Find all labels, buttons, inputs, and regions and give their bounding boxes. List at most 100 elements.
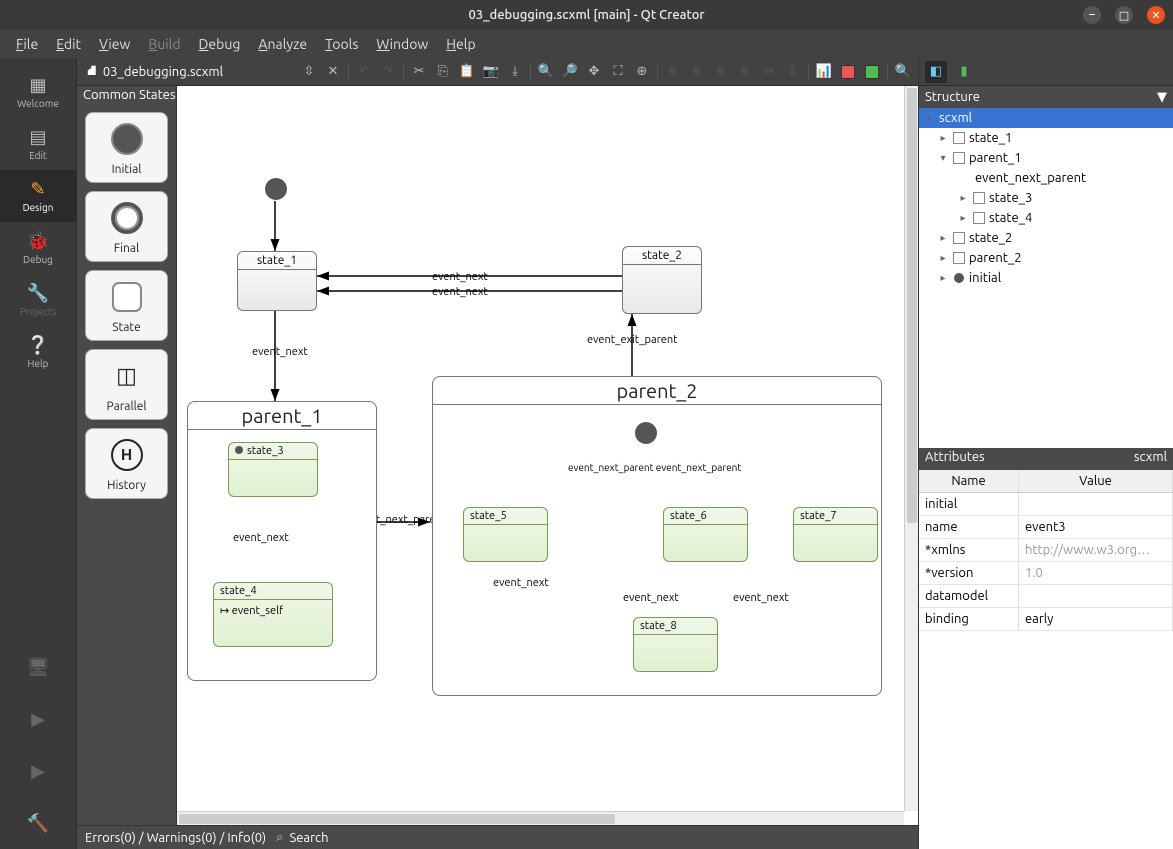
undo-button[interactable]: ↶ — [353, 61, 375, 83]
menu-help[interactable]: Help — [438, 34, 483, 54]
menu-view[interactable]: View — [91, 34, 138, 54]
title-bar: 03_debugging.scxml [main] - Qt Creator –… — [0, 0, 1173, 30]
color-1-button[interactable] — [837, 61, 859, 83]
mode-welcome[interactable]: ▦Welcome — [0, 66, 76, 118]
zoom-in-button[interactable]: 🔍 — [535, 61, 557, 83]
help-icon: ❔ — [27, 335, 49, 356]
state-8-node[interactable]: state_8 — [633, 617, 718, 672]
search-button[interactable]: 🔍 — [892, 61, 914, 83]
attr-row-name[interactable]: nameevent3 — [919, 516, 1173, 539]
paste-button[interactable]: 📋 — [456, 61, 478, 83]
palette-parallel[interactable]: ◫Parallel — [85, 349, 168, 420]
copy-button[interactable]: ⎘ — [432, 61, 454, 83]
tree-parent-2[interactable]: ▸parent_2 — [919, 248, 1173, 268]
structure-tree[interactable]: ▾scxml ▸state_1 ▾parent_1 event_next_par… — [919, 108, 1173, 448]
align-bottom-button[interactable]: ≡ — [734, 61, 756, 83]
parallel-icon: ◫ — [109, 358, 145, 394]
label-event-next-1: event_next — [432, 271, 488, 283]
attr-row-binding[interactable]: bindingearly — [919, 608, 1173, 631]
tree-state-2[interactable]: ▸state_2 — [919, 228, 1173, 248]
target-selector[interactable]: 🖥 — [0, 641, 76, 693]
file-name: 03_debugging.scxml — [103, 65, 223, 79]
tree-initial[interactable]: ▸initial — [919, 268, 1173, 288]
structure-header: Structure ▼ — [919, 86, 1173, 108]
stats-button[interactable]: 📊 — [813, 61, 835, 83]
screenshot-button[interactable]: 📷 — [480, 61, 502, 83]
state-2-node[interactable]: state_2 — [622, 246, 702, 314]
pan-button[interactable]: ✥ — [583, 61, 605, 83]
fit-button[interactable]: ⛶ — [607, 61, 629, 83]
parent-2-initial[interactable] — [635, 422, 657, 444]
align-h-button[interactable]: ⇔ — [758, 61, 780, 83]
vertical-scrollbar[interactable] — [904, 86, 918, 811]
redo-button[interactable]: ↷ — [377, 61, 399, 83]
menu-file[interactable]: File — [8, 34, 46, 54]
zoom-out-button[interactable]: 🔎 — [559, 61, 581, 83]
mode-edit[interactable]: ▤Edit — [0, 118, 76, 170]
search-icon[interactable]: ⌕ — [276, 830, 283, 845]
run-button[interactable]: ▶ — [0, 693, 76, 745]
export-button[interactable]: ⤓ — [504, 61, 526, 83]
state-4-node[interactable]: state_4 ↦ event_self — [213, 582, 333, 647]
search-label[interactable]: Search — [289, 831, 328, 845]
menu-window[interactable]: Window — [368, 34, 436, 54]
state-5-node[interactable]: state_5 — [463, 507, 548, 562]
state-1-node[interactable]: state_1 — [237, 251, 317, 311]
menu-tools[interactable]: Tools — [317, 34, 366, 54]
attr-row-version[interactable]: *version1.0 — [919, 562, 1173, 585]
close-button[interactable]: ✕ — [1147, 6, 1165, 24]
chart-view-icon[interactable]: ▮ — [953, 61, 975, 83]
color-2-button[interactable] — [861, 61, 883, 83]
cut-button[interactable]: ✂ — [408, 61, 430, 83]
dropdown-icon[interactable]: ⇳ — [298, 61, 320, 83]
state-7-node[interactable]: state_7 — [793, 507, 878, 562]
attributes-header: Attributes scxml — [919, 448, 1173, 470]
palette-initial[interactable]: Initial — [85, 112, 168, 183]
align-top-button[interactable]: ≡ — [710, 61, 732, 83]
editor-toolbar: ⛘ 03_debugging.scxml ⇳ ✕ ↶ ↷ ✂ ⎘ 📋 📷 ⤓ 🔍… — [77, 58, 918, 86]
structure-view-icon[interactable]: ◧ — [925, 61, 947, 83]
file-selector[interactable]: ⛘ 03_debugging.scxml — [81, 62, 229, 81]
tree-state-1[interactable]: ▸state_1 — [919, 128, 1173, 148]
mode-design[interactable]: ✎Design — [0, 170, 76, 222]
mode-help[interactable]: ❔Help — [0, 326, 76, 378]
menu-edit[interactable]: Edit — [48, 34, 89, 54]
state-6-node[interactable]: state_6 — [663, 507, 748, 562]
mode-debug[interactable]: 🐞Debug — [0, 222, 76, 274]
tree-state-3[interactable]: ▸state_3 — [919, 188, 1173, 208]
palette-history[interactable]: HHistory — [85, 428, 168, 499]
state-3-node[interactable]: state_3 — [228, 442, 318, 497]
filter-icon[interactable]: ▼ — [1157, 90, 1167, 105]
attr-row-initial[interactable]: initial — [919, 493, 1173, 516]
parent-2-node[interactable]: parent_2 event_next_parent event_next_pa… — [432, 376, 882, 696]
event-self-label: ↦ event_self — [214, 600, 332, 621]
label-event-exit: event_exit_parent — [587, 334, 677, 346]
hammer-icon: 🔨 — [27, 813, 49, 834]
menu-debug[interactable]: Debug — [191, 34, 249, 54]
minimize-button[interactable]: – — [1083, 6, 1101, 24]
attr-row-datamodel[interactable]: datamodel — [919, 585, 1173, 608]
menu-build[interactable]: Build — [140, 34, 188, 54]
close-file-button[interactable]: ✕ — [322, 61, 344, 83]
align-left-button[interactable]: ≡ — [662, 61, 684, 83]
palette-state[interactable]: State — [85, 270, 168, 341]
mode-projects[interactable]: 🔧Projects — [0, 274, 76, 326]
parent-1-node[interactable]: parent_1 state_3 event_next state_4 ↦ ev… — [187, 401, 377, 681]
magnify-button[interactable]: ⊕ — [631, 61, 653, 83]
run-debug-button[interactable]: ▶ — [0, 745, 76, 797]
tree-event-next-parent[interactable]: event_next_parent — [919, 168, 1173, 188]
menu-analyze[interactable]: Analyze — [250, 34, 315, 54]
attr-row-xmlns[interactable]: *xmlnshttp://www.w3.org… — [919, 539, 1173, 562]
align-right-button[interactable]: ≡ — [686, 61, 708, 83]
diagram-canvas[interactable]: state_1 state_2 event_next event_next ev… — [177, 86, 918, 825]
tree-state-4[interactable]: ▸state_4 — [919, 208, 1173, 228]
tree-parent-1[interactable]: ▾parent_1 — [919, 148, 1173, 168]
palette-final[interactable]: Final — [85, 191, 168, 262]
initial-node[interactable] — [265, 178, 287, 200]
tree-scxml[interactable]: ▾scxml — [919, 108, 1173, 128]
build-button[interactable]: 🔨 — [0, 797, 76, 849]
edit-icon: ▤ — [29, 127, 46, 148]
maximize-button[interactable]: □ — [1115, 6, 1133, 24]
horizontal-scrollbar[interactable] — [177, 811, 904, 825]
align-v-button[interactable]: ⇕ — [782, 61, 804, 83]
